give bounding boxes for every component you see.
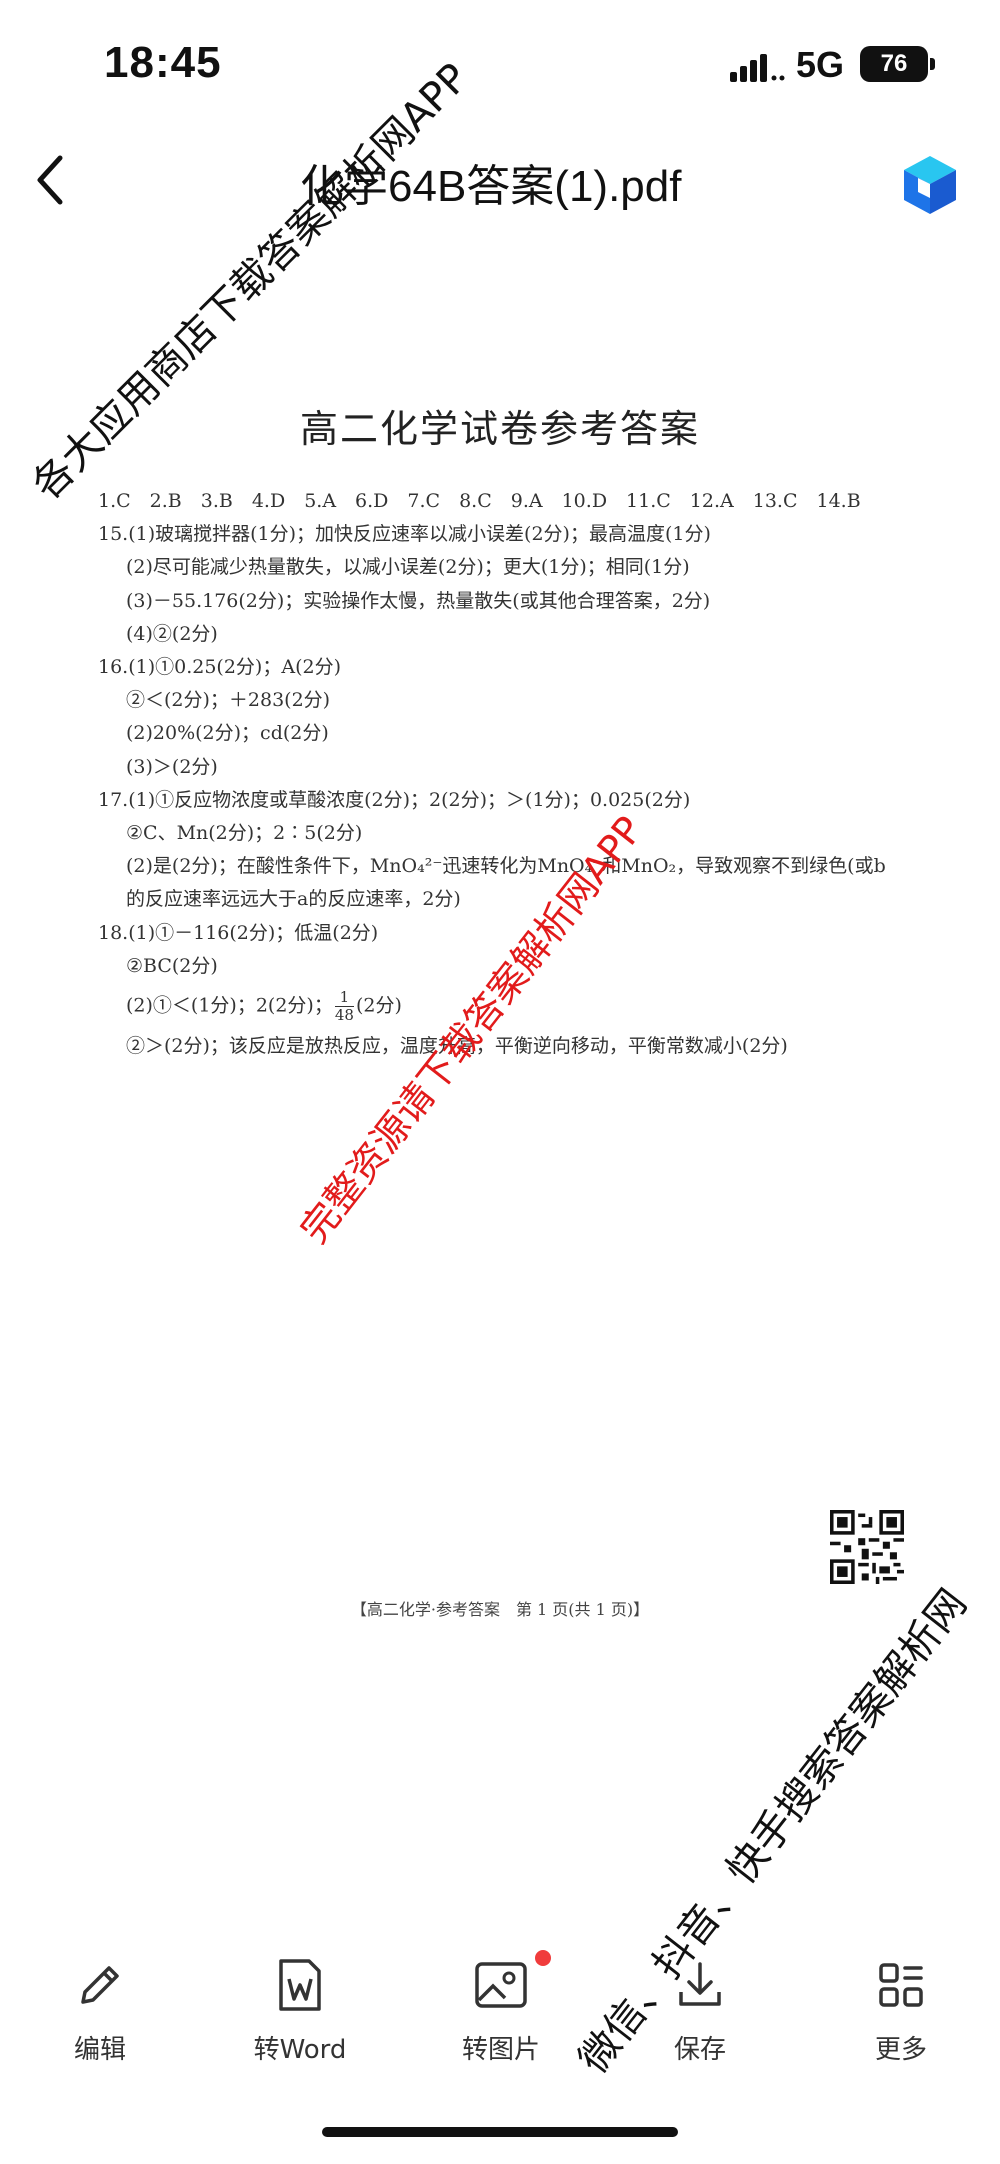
answer-line: ②＞(2分)；该反应是放热反应，温度升高，平衡逆向移动，平衡常数减小(2分) xyxy=(126,1035,788,1058)
save-label: 保存 xyxy=(673,2035,726,2065)
convert-image-button[interactable]: 转图片 xyxy=(431,1953,571,2066)
answer-line: 的反应速率远远大于a的反应速率，2分) xyxy=(126,888,461,911)
answer-line-fraction: (2)①＜(1分)；2(2分)； 1 48 (2分) xyxy=(98,989,918,1024)
clock: 18:45 xyxy=(104,38,222,87)
answer-line: ②＜(2分)；＋283(2分) xyxy=(126,689,331,712)
answer-line: (3)＞(2分) xyxy=(126,755,218,778)
answer-line: ②BC(2分) xyxy=(126,954,218,977)
fraction-numerator: 1 xyxy=(334,989,354,1008)
answer-line: 15.(1)玻璃搅拌器(1分)；加快反应速率以减小误差(2分)；最高温度(1分) xyxy=(98,523,711,546)
page-footer: 【高二化学·参考答案 第 1 页(共 1 页)】 xyxy=(350,1600,650,1619)
answer-text: (2分) xyxy=(355,994,402,1017)
document-page: 高二化学试卷参考答案 1.C 2.B 3.B 4.D 5.A 6.D 7.C 8… xyxy=(0,360,1000,1660)
battery-level: 76 xyxy=(880,50,908,77)
save-button[interactable]: 保存 xyxy=(630,1953,770,2066)
edit-button[interactable]: 编辑 xyxy=(30,1953,170,2066)
answer-line: (2)20%(2分)；cd(2分) xyxy=(126,722,329,745)
fraction: 1 48 xyxy=(334,989,354,1025)
answer-line: 17.(1)①反应物浓度或草酸浓度(2分)；2(2分)；＞(1分)；0.025(… xyxy=(98,788,691,811)
image-icon xyxy=(475,1962,527,2008)
status-bar: 18:45 5G 76 xyxy=(0,0,1000,130)
answer-line: (2)是(2分)；在酸性条件下，MnO₄²⁻迅速转化为MnO₄⁻和MnO₂，导致… xyxy=(126,855,886,878)
word-document-icon xyxy=(279,1959,321,2011)
answer-line: (2)尽可能减少热量散失，以减小误差(2分)；更大(1分)；相同(1分) xyxy=(126,556,690,579)
battery-tip xyxy=(930,58,935,70)
chevron-left-icon xyxy=(37,155,63,205)
answer-line: 1.C 2.B 3.B 4.D 5.A 6.D 7.C 8.C 9.A 10.D… xyxy=(98,490,861,512)
app-logo-icon[interactable] xyxy=(900,154,960,216)
answer-line: (3)－55.176(2分)；实验操作太慢，热量散失(或其他合理答案，2分) xyxy=(126,589,711,612)
back-button[interactable] xyxy=(30,150,90,220)
answer-line: (4)②(2分) xyxy=(126,622,218,645)
pencil-icon xyxy=(81,1966,119,2004)
answer-line: ②C、Mn(2分)；2∶5(2分) xyxy=(126,822,363,845)
notification-dot xyxy=(535,1950,551,1966)
qr-code-image xyxy=(830,1510,904,1584)
battery-icon: 76 xyxy=(860,46,928,82)
fraction-denominator: 48 xyxy=(334,1006,354,1025)
answer-line: 16.(1)①0.25(2分)；A(2分) xyxy=(98,656,341,679)
paper-title: 高二化学试卷参考答案 xyxy=(299,407,700,451)
document-title: 化学64B答案(1).pdf xyxy=(300,162,682,211)
convert-image-label: 转图片 xyxy=(461,2035,540,2065)
title-bar: 化学64B答案(1).pdf xyxy=(0,130,1000,240)
home-indicator[interactable] xyxy=(322,2127,678,2137)
convert-word-button[interactable]: 转Word xyxy=(230,1953,370,2066)
signal-strength-icon xyxy=(730,54,785,82)
download-icon xyxy=(679,1962,721,2006)
more-label: 更多 xyxy=(874,2035,927,2065)
grid-more-icon xyxy=(879,1963,923,2007)
network-type: 5G xyxy=(796,44,845,85)
answer-list: 1.C 2.B 3.B 4.D 5.A 6.D 7.C 8.C 9.A 10.D… xyxy=(98,485,918,1063)
more-button[interactable]: 更多 xyxy=(831,1953,971,2066)
convert-word-label: 转Word xyxy=(253,2035,347,2065)
answer-text: (2)①＜(1分)；2(2分)； xyxy=(126,994,333,1017)
edit-label: 编辑 xyxy=(73,2035,126,2065)
answer-line: 18.(1)①－116(2分)；低温(2分) xyxy=(98,921,379,944)
bottom-toolbar: 编辑 转Word 转图片 保存 更多 xyxy=(0,1935,1000,2085)
